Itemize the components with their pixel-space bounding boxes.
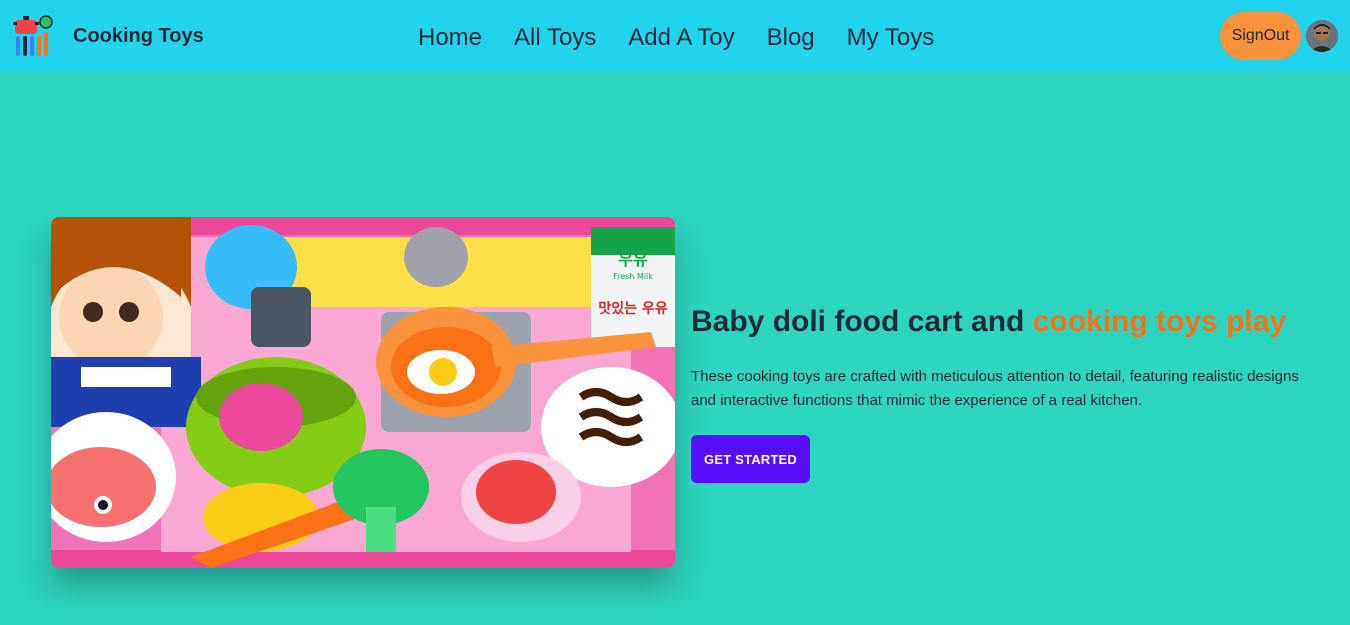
nav-blog[interactable]: Blog — [767, 22, 815, 54]
user-avatar[interactable] — [1306, 20, 1338, 52]
milk-label-fresh: Fresh Milk — [613, 272, 653, 281]
hero-description: These cooking toys are crafted with meti… — [691, 368, 1299, 409]
nav-add-a-toy[interactable]: Add A Toy — [628, 22, 734, 54]
get-started-button[interactable]: GET STARTED — [691, 435, 810, 483]
hero-image: 우유 Fresh Milk 맛있는 우유 — [51, 217, 675, 568]
navbar: Cooking Toys Home All Toys Add A Toy Blo… — [0, 0, 1350, 72]
nav-links: Home All Toys Add A Toy Blog My Toys — [418, 22, 966, 54]
cooking-toys-illustration: 우유 Fresh Milk 맛있는 우유 — [51, 217, 675, 568]
milk-label-korean: 우유 — [618, 250, 648, 269]
nav-home[interactable]: Home — [418, 22, 482, 54]
milk-label-tasty: 맛있는 우유 — [598, 300, 667, 317]
nav-my-toys[interactable]: My Toys — [847, 22, 935, 54]
hero-title-accent: cooking toys play — [1032, 305, 1287, 338]
hero-title-main: Baby doli food cart and — [691, 305, 1033, 338]
avatar-face-icon — [1306, 20, 1338, 52]
brand-name[interactable]: Cooking Toys — [73, 25, 204, 48]
nav-all-toys[interactable]: All Toys — [514, 22, 596, 54]
hero-title: Baby doli food cart and cooking toys pla… — [691, 305, 1286, 339]
signout-button[interactable]: SignOut — [1220, 12, 1301, 60]
cooking-logo-icon[interactable] — [12, 14, 54, 58]
